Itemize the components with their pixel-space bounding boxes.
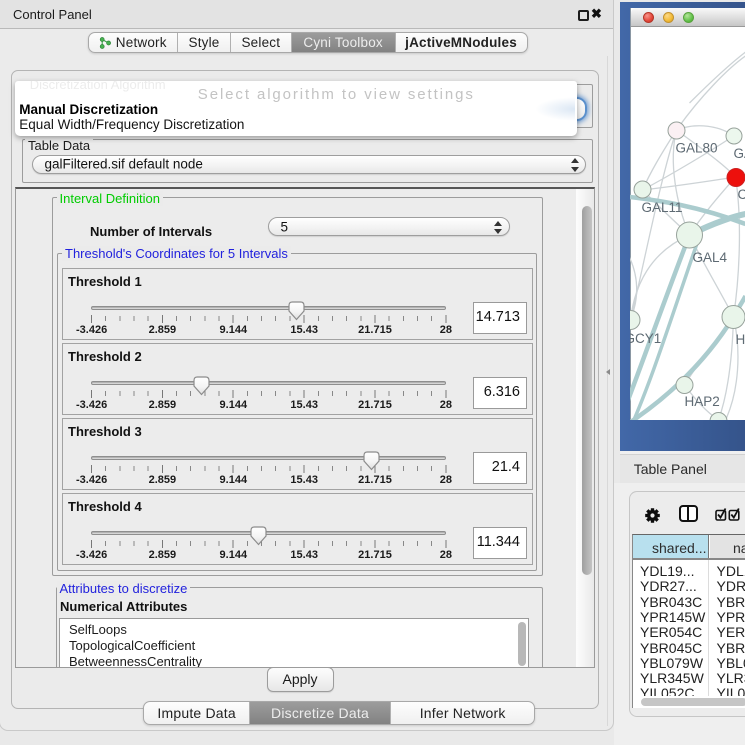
svg-text:CDC1: CDC1 [737,187,745,202]
svg-text:GAL3: GAL3 [733,146,745,161]
svg-text:GAL11: GAL11 [641,200,682,215]
svg-text:HAP2: HAP2 [684,394,719,409]
svg-text:GCY1: GCY1 [630,331,661,346]
svg-text:GAL4: GAL4 [692,250,727,265]
svg-text:HIS4: HIS4 [735,332,745,347]
svg-text:GAL80: GAL80 [675,141,717,156]
